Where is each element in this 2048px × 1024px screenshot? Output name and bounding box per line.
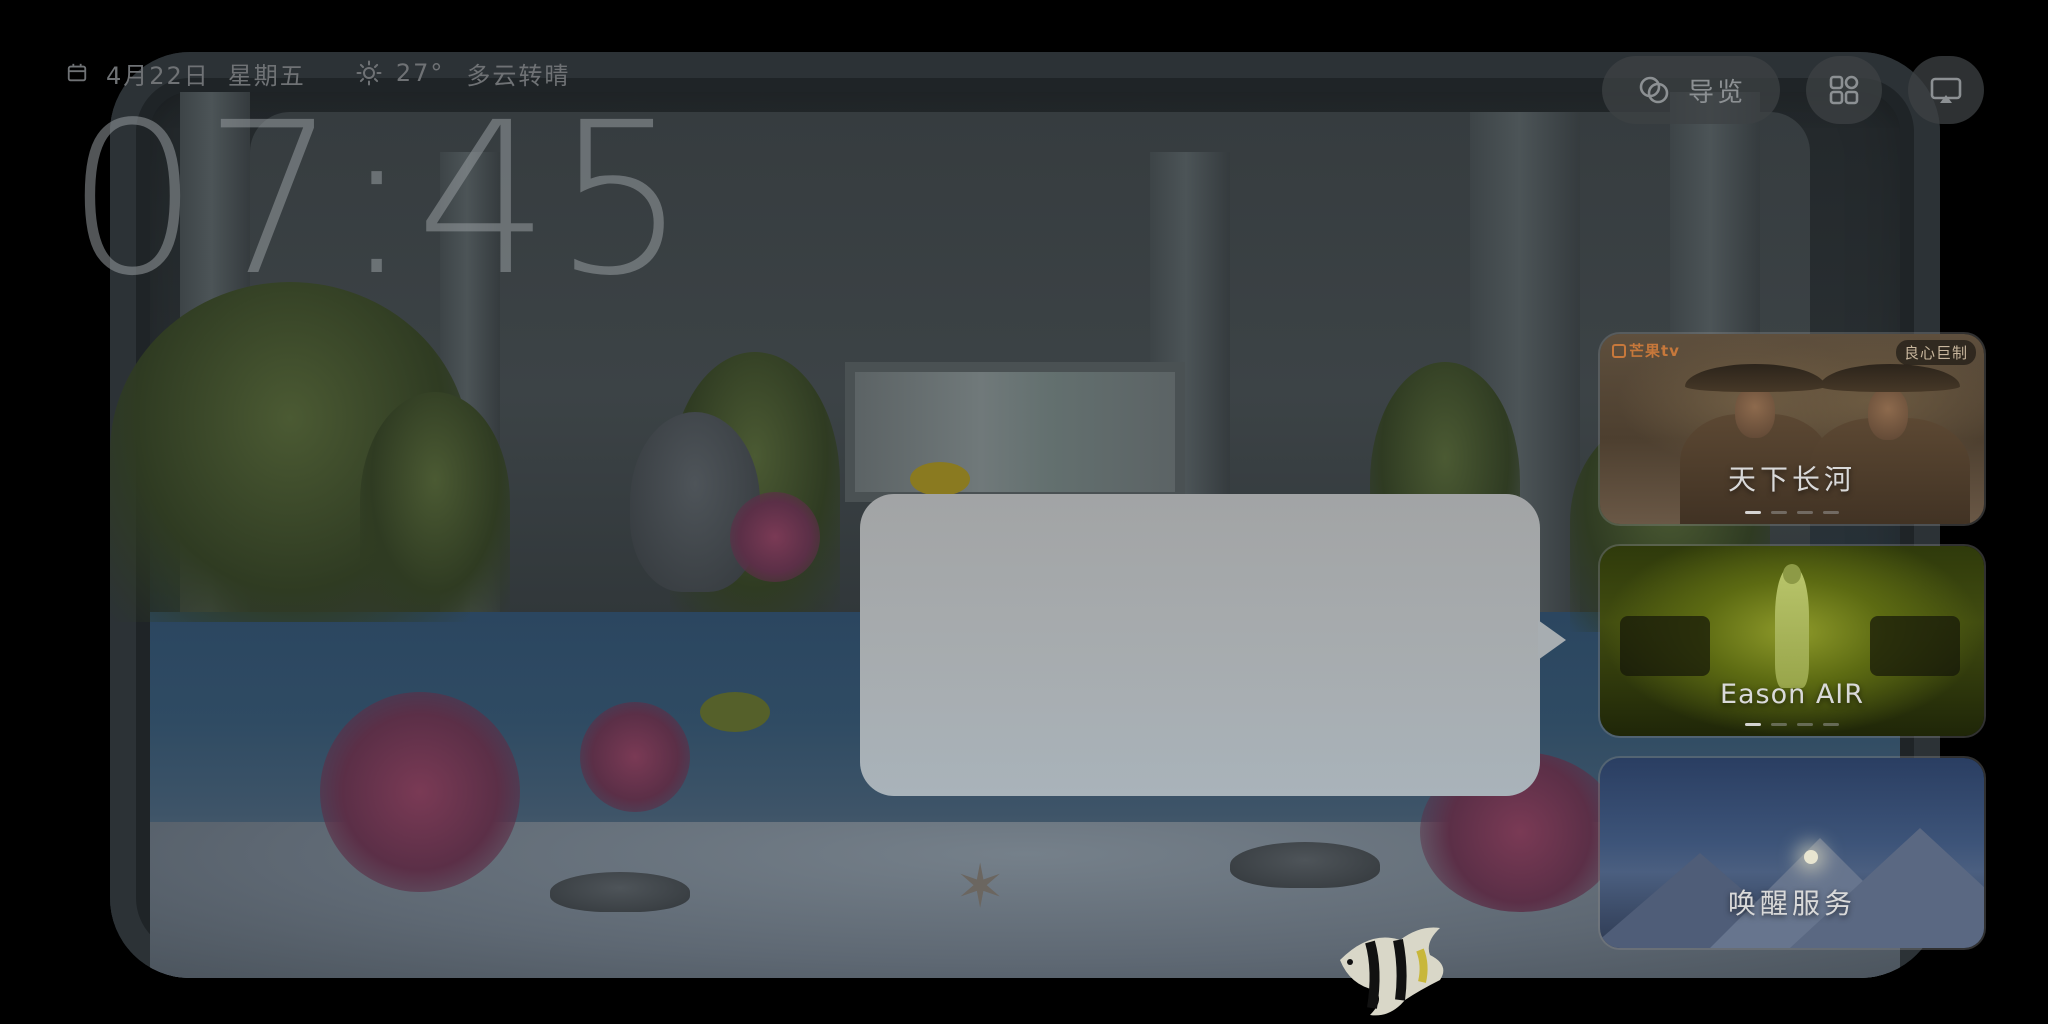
guide-button-label: 导览: [1687, 77, 1746, 108]
aquarium-coral: [730, 492, 820, 582]
tv-home-screen: ✶ 4月22日 星期五 27° 多云转晴 07:45 导览 芒果tv 良心巨制 …: [0, 0, 2048, 1024]
apps-button[interactable]: [1806, 56, 1882, 124]
card-concert-title: Eason AIR: [1719, 679, 1865, 710]
rising-moon: [1804, 850, 1818, 864]
guide-button[interactable]: 导览: [1602, 56, 1780, 124]
mgtv-logo: 芒果tv: [1612, 340, 1680, 361]
pager-dot: [1745, 723, 1761, 726]
card-concert[interactable]: Eason AIR: [1600, 546, 1984, 736]
quality-badge: 良心巨制: [1895, 340, 1976, 365]
overlapping-circles-icon: [1639, 76, 1669, 104]
starfish: ✶: [955, 852, 1006, 922]
stage-equipment: [1870, 616, 1960, 676]
pager-dot: [1771, 511, 1787, 514]
aquarium-rock: [1230, 842, 1380, 888]
pager-dot: [1771, 723, 1787, 726]
figure-face: [1868, 388, 1908, 440]
green-fish: [700, 692, 770, 732]
card-wake-title: 唤醒服务: [1727, 887, 1856, 920]
pager-dot: [1745, 511, 1761, 514]
screen-cast-icon: [1930, 77, 1962, 103]
pager-dot: [1823, 723, 1839, 726]
card-wake-service[interactable]: 唤醒服务: [1600, 758, 1984, 948]
aquarium-coral: [320, 692, 520, 892]
recommendation-cards: 芒果tv 良心巨制 天下长河 Eason AIR 唤醒服务: [1600, 334, 1984, 970]
figure-hat: [1820, 364, 1960, 392]
singer-figure: [1775, 568, 1809, 688]
aquarium-plant: [360, 392, 510, 612]
card-drama-title: 天下长河: [1727, 463, 1856, 496]
aquarium-rock: [550, 872, 690, 912]
mgtv-logo-icon: [1612, 344, 1626, 358]
pager-dot: [1797, 723, 1813, 726]
card-drama-pager: [1600, 511, 1984, 514]
angel-fish: [1340, 927, 1444, 1016]
aquarium-doorway: [845, 362, 1185, 502]
figure-hat: [1685, 364, 1825, 392]
card-concert-pager: [1600, 723, 1984, 726]
card-drama[interactable]: 芒果tv 良心巨制 天下长河: [1600, 334, 1984, 524]
screen-cast-button[interactable]: [1908, 56, 1984, 124]
pager-dot: [1797, 511, 1813, 514]
center-popup[interactable]: [860, 494, 1566, 796]
clock-time: 07:45: [66, 77, 692, 322]
pager-dot: [1823, 511, 1839, 514]
stage-equipment: [1620, 616, 1710, 676]
apps-grid-icon: [1829, 75, 1859, 105]
popup-pointer: [1538, 620, 1566, 660]
mgtv-logo-text: 芒果tv: [1629, 342, 1680, 360]
top-controls: 导览: [1602, 56, 1984, 124]
yellow-fish: [910, 462, 970, 496]
singer-head: [1783, 564, 1801, 584]
aquarium-coral: [580, 702, 690, 812]
figure-face: [1735, 386, 1775, 438]
